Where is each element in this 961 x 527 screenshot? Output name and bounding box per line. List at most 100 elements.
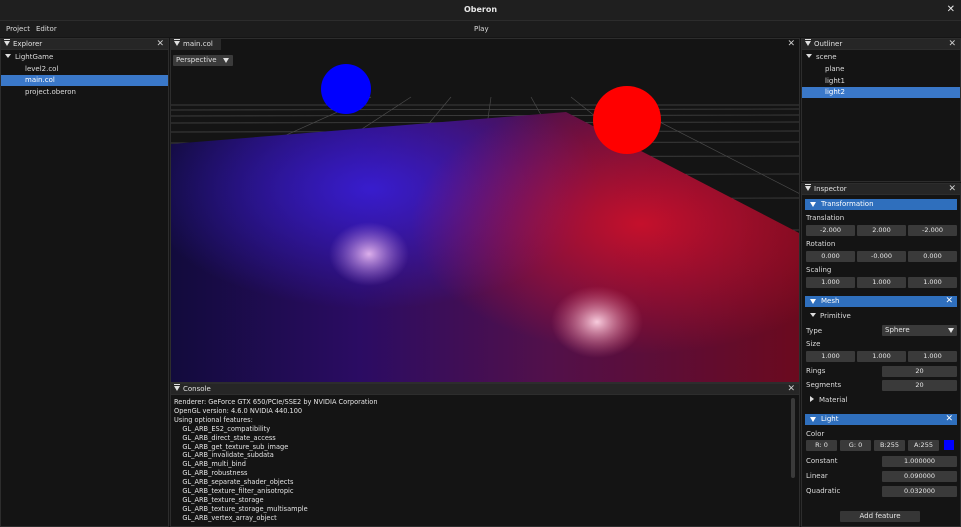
close-icon[interactable]: ✕	[948, 39, 956, 49]
transformation-section-header[interactable]: Transformation	[805, 199, 957, 210]
rotation-z[interactable]: 0.000	[908, 251, 957, 262]
primitive-tree-node[interactable]: Primitive	[810, 312, 851, 320]
scene-viewport[interactable]: main.col ✕ Perspective	[170, 38, 800, 383]
scaling-y[interactable]: 1.000	[857, 277, 906, 288]
material-tree-node[interactable]: Material	[810, 396, 847, 404]
light-section-header[interactable]: Light ✕	[805, 414, 957, 425]
color-a-field[interactable]: A:255	[908, 440, 939, 451]
scene-label: scene	[816, 53, 837, 61]
explorer-title: Explorer	[13, 40, 43, 48]
color-r-field[interactable]: R: 0	[806, 440, 837, 451]
tree-root-lightgame[interactable]: LightGame	[5, 52, 165, 63]
size-z[interactable]: 1.000	[908, 351, 957, 362]
linear-label: Linear	[806, 472, 828, 480]
size-y[interactable]: 1.000	[857, 351, 906, 362]
camera-mode-select[interactable]: Perspective	[173, 55, 233, 66]
chevron-down-icon	[948, 328, 954, 333]
console-line: GL_ARB_robustness	[174, 469, 248, 478]
scene-render[interactable]	[171, 39, 800, 383]
file-level2[interactable]: level2.col	[1, 64, 168, 75]
rotation-y[interactable]: -0.000	[857, 251, 906, 262]
translation-z[interactable]: -2.000	[908, 225, 957, 236]
chevron-down-icon	[810, 313, 816, 317]
rings-field[interactable]: 20	[882, 366, 957, 377]
close-icon[interactable]: ✕	[948, 184, 956, 194]
constant-label: Constant	[806, 457, 838, 465]
console-line: GL_ARB_texture_storage_multisample	[174, 504, 308, 513]
panel-menu-icon[interactable]	[805, 39, 811, 46]
console-line: GL_ARB_texture_filter_anisotropic	[174, 487, 294, 496]
translation-y[interactable]: 2.000	[857, 225, 906, 236]
quadratic-label: Quadratic	[806, 487, 841, 495]
rings-label: Rings	[806, 367, 826, 375]
outliner-item-plane[interactable]: plane	[802, 64, 960, 75]
light1-sphere[interactable]	[321, 64, 371, 114]
size-x[interactable]: 1.000	[806, 351, 855, 362]
console-scrollbar[interactable]	[791, 398, 795, 478]
chevron-down-icon[interactable]	[806, 54, 812, 58]
panel-menu-icon[interactable]	[4, 39, 10, 46]
console-line: GL_ARB_invalidate_subdata	[174, 451, 274, 460]
outliner-item-light2[interactable]: light2	[802, 87, 960, 98]
primitive-label: Primitive	[820, 312, 851, 320]
console-line: GL_ARB_texture_storage	[174, 495, 264, 504]
explorer-header: Explorer ✕	[1, 39, 168, 50]
console-line: GL_ARB_get_texture_sub_image	[174, 442, 289, 451]
constant-field[interactable]: 1.000000	[882, 456, 957, 467]
console-line: GL_ARB_ES2_compatibility	[174, 424, 271, 433]
close-icon[interactable]: ✕	[787, 39, 795, 49]
outliner-panel: Outliner ✕ scene plane light1 light2	[801, 38, 961, 182]
play-button[interactable]: Play	[474, 25, 489, 33]
close-icon[interactable]: ✕	[156, 39, 164, 49]
menu-editor[interactable]: Editor	[36, 25, 57, 33]
file-main[interactable]: main.col	[1, 75, 168, 86]
title-bar: Oberon ✕	[0, 0, 961, 21]
color-g-field[interactable]: G: 0	[840, 440, 871, 451]
quadratic-field[interactable]: 0.032000	[882, 486, 957, 497]
mesh-section-header[interactable]: Mesh ✕	[805, 296, 957, 307]
menu-project[interactable]: Project	[6, 25, 30, 33]
inspector-title: Inspector	[814, 185, 847, 193]
section-label: Light	[821, 415, 839, 423]
chevron-down-icon	[810, 202, 816, 207]
close-icon[interactable]: ✕	[787, 384, 795, 394]
console-line: GL_ARB_vertex_array_object	[174, 513, 277, 522]
panel-menu-icon[interactable]	[174, 384, 180, 391]
section-label: Mesh	[821, 297, 840, 305]
scaling-label: Scaling	[806, 266, 832, 274]
linear-field[interactable]: 0.090000	[882, 471, 957, 482]
translation-x[interactable]: -2.000	[806, 225, 855, 236]
console-line: GL_ARB_direct_state_access	[174, 433, 276, 442]
section-label: Transformation	[821, 200, 874, 208]
console-header: Console ✕	[171, 384, 799, 395]
scaling-z[interactable]: 1.000	[908, 277, 957, 288]
console-title: Console	[183, 385, 211, 393]
panel-menu-icon[interactable]	[805, 184, 811, 191]
tab-main-col[interactable]: main.col	[171, 39, 221, 50]
light2-sphere[interactable]	[593, 86, 661, 154]
size-label: Size	[806, 340, 821, 348]
scaling-x[interactable]: 1.000	[806, 277, 855, 288]
outliner-root-scene[interactable]: scene	[806, 52, 956, 63]
console-line: Using optional features:	[174, 415, 253, 424]
add-feature-button[interactable]: Add feature	[840, 511, 920, 522]
outliner-item-light1[interactable]: light1	[802, 76, 960, 87]
chevron-right-icon	[810, 396, 814, 402]
file-project-oberon[interactable]: project.oberon	[1, 87, 168, 98]
color-b-field[interactable]: B:255	[874, 440, 905, 451]
close-icon[interactable]: ✕	[945, 414, 953, 425]
close-icon[interactable]: ✕	[945, 296, 953, 307]
chevron-down-icon[interactable]	[5, 54, 11, 58]
panel-menu-icon[interactable]	[174, 39, 180, 46]
segments-field[interactable]: 20	[882, 380, 957, 391]
camera-mode-value: Perspective	[176, 56, 217, 64]
rotation-x[interactable]: 0.000	[806, 251, 855, 262]
console-line: GL_ARB_multi_bind	[174, 460, 246, 469]
window-close-icon[interactable]: ✕	[947, 4, 955, 15]
console-line: Renderer: GeForce GTX 650/PCIe/SSE2 by N…	[174, 398, 378, 406]
translation-label: Translation	[806, 214, 845, 222]
type-select[interactable]: Sphere	[882, 325, 957, 336]
tree-root-label: LightGame	[15, 53, 54, 61]
inspector-header: Inspector ✕	[802, 184, 960, 195]
color-swatch[interactable]	[944, 440, 954, 450]
